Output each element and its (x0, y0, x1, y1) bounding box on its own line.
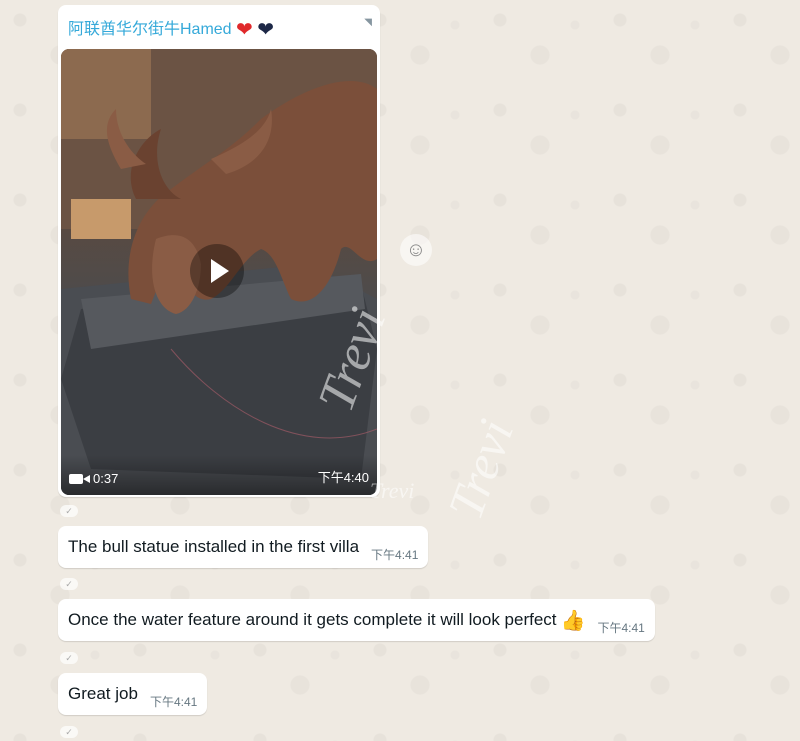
message-time: 下午4:41 (597, 620, 645, 635)
video-message-bubble[interactable]: 阿联酋华尔街牛Hamed ❤ ❤ ◥ 0:37 下午4:40 (58, 5, 380, 497)
sender-name[interactable]: 阿联酋华尔街牛Hamed (68, 21, 232, 38)
red-heart-icon: ❤ (236, 19, 253, 41)
read-receipt-icon: ✓ (60, 652, 78, 664)
message-time: 下午4:41 (149, 694, 198, 709)
read-receipt-icon: ✓ (60, 578, 78, 590)
sender-name-row: 阿联酋华尔街牛Hamed ❤ ❤ (68, 15, 274, 40)
video-timestamp: 下午4:40 (317, 470, 369, 485)
chevron-icon[interactable]: ◥ (364, 17, 372, 28)
video-duration: 0:37 (69, 471, 118, 486)
thumbs-up-emoji: 👍 (560, 609, 586, 632)
read-receipt-icon: ✓ (60, 505, 78, 517)
video-thumbnail[interactable]: 0:37 下午4:40 (61, 49, 377, 495)
message-bubble[interactable]: The bull statue installed in the first v… (58, 526, 429, 568)
read-receipt-icon: ✓ (60, 726, 78, 738)
message-time: 下午4:41 (371, 547, 419, 562)
dark-heart-icon: ❤ (257, 19, 275, 41)
message-bubble[interactable]: Great job 下午4:41 (58, 673, 208, 715)
play-icon[interactable] (190, 244, 244, 298)
emoji-reaction-icon[interactable]: ☺ (400, 234, 432, 266)
message-bubble[interactable]: Once the water feature around it gets co… (58, 599, 655, 641)
video-camera-icon (69, 473, 90, 484)
message-text[interactable]: Great job (68, 684, 138, 704)
message-text[interactable]: Once the water feature around it gets co… (68, 610, 557, 630)
message-text[interactable]: The bull statue installed in the first v… (68, 537, 359, 557)
video-duration-text: 0:37 (93, 471, 119, 486)
